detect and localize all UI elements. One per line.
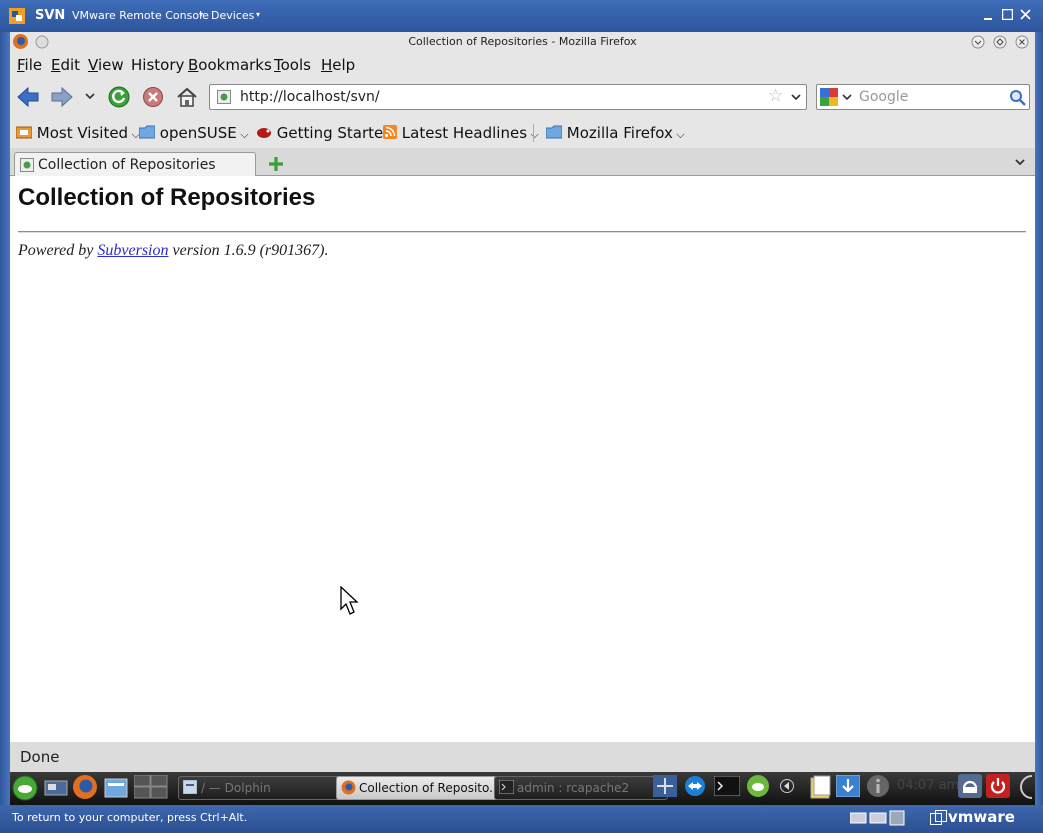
clipboard-icon[interactable] [810,775,832,799]
firefox-window-title: Collection of Repositories - Mozilla Fir… [408,35,637,48]
powered-by-prefix: Powered by [18,242,94,259]
url-bar[interactable]: http://localhost/svn/ ☆ [209,84,807,110]
firefox-window-title-bar: Collection of Repositories - Mozilla Fir… [10,32,1035,52]
site-identity-icon[interactable] [217,90,231,104]
shutdown-icon[interactable] [986,774,1010,798]
vm-frame-right [1035,32,1043,805]
horizontal-rule [18,231,1026,233]
menu-view[interactable]: View [88,56,124,74]
bookmark-getting-started[interactable]: Getting Started [256,124,393,142]
search-icon[interactable] [1009,89,1027,107]
device-status-icons[interactable] [850,809,906,827]
updater-icon[interactable] [836,775,860,797]
tray-collapse-icon[interactable] [780,778,794,794]
history-dropdown-icon[interactable] [84,91,96,101]
vmware-logo-icon [930,810,948,826]
minimize-icon[interactable] [983,10,993,20]
tab-title: Collection of Repositories [38,157,216,173]
menu-bookmarks[interactable]: Bookmarks [188,56,272,74]
vm-status-bar: To return to your computer, press Ctrl+A… [0,805,1043,833]
new-tab-icon[interactable] [268,156,284,172]
bookmark-folder-opensuse[interactable]: openSUSE ⌵ [138,124,249,142]
lock-screen-icon[interactable] [958,774,982,798]
release-hint: To return to your computer, press Ctrl+A… [12,811,248,824]
close-icon[interactable] [1020,9,1031,20]
google-engine-icon[interactable] [820,88,838,106]
task-firefox-active[interactable]: Collection of Reposito... [336,776,511,800]
powered-by-line: Powered by Subversion version 1.6.9 (r90… [18,242,328,260]
stop-icon[interactable] [142,86,164,108]
vm-frame-left [0,32,10,805]
maximize-window-icon[interactable] [993,35,1007,49]
plasma-toolbox-icon[interactable] [1016,774,1034,800]
minimize-window-icon[interactable] [971,35,985,49]
package-manager-icon[interactable] [746,774,770,798]
devices-menu-arrow-icon[interactable]: ▾ [256,10,260,19]
bookmark-latest-headlines[interactable]: Latest Headlines ⌵ [383,124,539,142]
maximize-icon[interactable] [1002,9,1013,20]
folder-icon [545,125,563,139]
menu-bar: File Edit View History Bookmarks Tools H… [10,52,1035,78]
task-terminal[interactable]: admin : rcapache2 [494,776,668,800]
menu-edit[interactable]: Edit [51,56,80,74]
notifications-info-icon[interactable] [866,774,890,798]
firefox-logo-icon [12,33,29,50]
subversion-link[interactable]: Subversion [97,242,168,259]
clock[interactable]: 04:07 am [897,778,959,793]
kickoff-menu-icon[interactable] [12,775,38,801]
status-bar: Done [10,742,1035,772]
rss-feed-icon [383,125,397,139]
menu-history[interactable]: History [131,56,184,74]
search-input[interactable]: Google [859,89,908,105]
home-icon[interactable] [175,85,199,109]
teamviewer-icon[interactable] [684,775,706,797]
terminal-task-icon [499,780,514,794]
page-favicon-icon [20,158,34,172]
konsole-icon[interactable] [714,776,740,796]
forward-icon[interactable] [50,86,74,108]
status-text: Done [20,748,60,766]
bookmarks-toolbar: Most Visited ⌵ openSUSE ⌵ Getting Starte… [10,118,1035,148]
menu-tools[interactable]: Tools [274,56,311,74]
task-dolphin[interactable]: / — Dolphin [178,776,352,800]
version-text: version 1.6.9 (r901367). [172,242,329,259]
mouse-cursor-icon [340,586,360,616]
vmware-brand: vmware [948,808,1015,826]
show-desktop-icon[interactable] [44,777,68,799]
pager-icon[interactable] [134,775,168,799]
search-bar[interactable]: Google [816,84,1030,110]
network-icon[interactable] [653,775,677,797]
vmware-app-icon [8,7,26,25]
firefox-task-icon [341,780,356,795]
menu-help[interactable]: Help [321,56,355,74]
list-all-tabs-icon[interactable] [1014,158,1026,168]
firefox-launcher-icon[interactable] [72,774,98,800]
reload-icon[interactable] [107,85,131,109]
back-icon[interactable] [16,86,40,108]
search-engine-dropdown-icon[interactable] [841,93,853,103]
bookmark-star-icon[interactable]: ☆ [768,86,783,106]
bookmark-folder-mozilla-firefox[interactable]: Mozilla Firefox ⌵ [545,124,685,142]
tab-collection-of-repositories[interactable]: Collection of Repositories [14,152,256,176]
url-text[interactable]: http://localhost/svn/ [240,89,380,105]
console-menu[interactable]: VMware Remote Console [72,9,209,22]
close-window-icon[interactable] [1015,35,1029,49]
url-dropdown-icon[interactable] [790,93,802,103]
folder-icon [138,125,156,139]
toolbar-separator [533,124,534,142]
suse-chameleon-icon [257,128,271,138]
menu-file[interactable]: File [17,56,42,74]
vm-titlebar: SVN VMware Remote Console ▾ Devices ▾ [0,0,1043,32]
window-menu-icon[interactable] [35,35,49,49]
page-heading: Collection of Repositories [18,184,316,211]
vm-name: SVN [35,8,66,23]
file-manager-icon[interactable] [104,776,128,798]
smart-folder-icon [15,126,33,139]
console-menu-arrow-icon[interactable]: ▾ [199,10,203,19]
page-content: Collection of Repositories Powered by Su… [10,176,1035,742]
devices-menu[interactable]: Devices [211,9,254,22]
dolphin-icon [183,780,197,794]
bookmark-most-visited[interactable]: Most Visited ⌵ [15,124,140,142]
